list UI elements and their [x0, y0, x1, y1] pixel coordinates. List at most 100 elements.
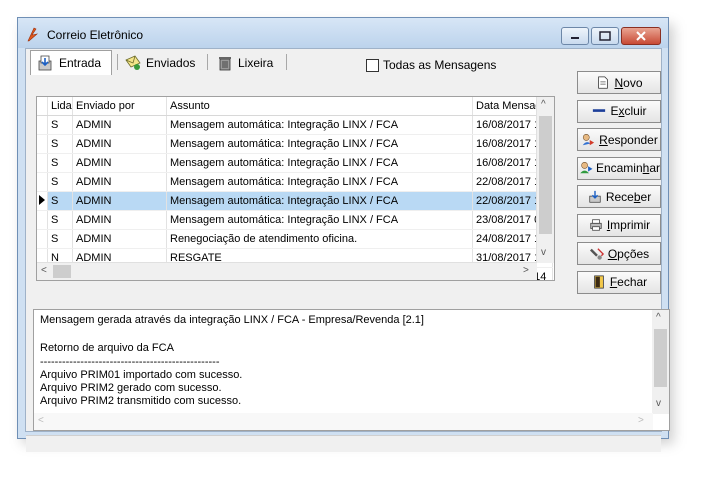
- message-table: Lida Enviado por Assunto Data Mensager S…: [37, 97, 553, 280]
- tab-enviados-label: Enviados: [146, 56, 196, 70]
- row-indicator: [37, 134, 48, 154]
- encaminhar-label: Encaminhar: [595, 161, 660, 175]
- close-icon: [636, 31, 646, 41]
- cell-assunto: Mensagem automática: Integração LINX / F…: [166, 134, 473, 154]
- message-line: Retorno de arquivo da FCA: [40, 342, 174, 355]
- minimize-icon: [571, 37, 579, 39]
- client-area: Entrada Enviados Lixeira Todas as Mensag…: [25, 48, 670, 452]
- cell-enviado-por: ADMIN: [72, 115, 167, 135]
- message-body[interactable]: Mensagem gerada através da integração LI…: [33, 309, 670, 431]
- message-line: Mensagem gerada através da integração LI…: [40, 314, 424, 326]
- fechar-button[interactable]: Fechar: [577, 270, 661, 294]
- grid-hscroll-thumb[interactable]: [53, 265, 71, 278]
- imprimir-label: Imprimir: [606, 218, 651, 232]
- scroll-right-icon[interactable]: >: [523, 265, 529, 276]
- row-indicator: [37, 115, 48, 135]
- imprimir-button[interactable]: Imprimir: [577, 213, 661, 237]
- reply-icon: [582, 133, 595, 145]
- title-bar[interactable]: Correio Eletrônico: [18, 18, 668, 48]
- memo-horizontal-scrollbar[interactable]: < >: [34, 413, 653, 430]
- cell-enviado-por: ADMIN: [72, 191, 167, 211]
- printer-icon: [590, 219, 602, 231]
- novo-button[interactable]: Novo: [577, 71, 661, 94]
- status-bar: [26, 435, 661, 452]
- scroll-up-icon[interactable]: ^: [541, 99, 546, 110]
- message-line: Arquivo PRIM2 gerado com sucesso.: [40, 382, 222, 394]
- cell-enviado-por: ADMIN: [72, 172, 167, 192]
- trash-icon: [219, 57, 231, 71]
- close-button[interactable]: [621, 27, 661, 45]
- cell-lida: S: [47, 210, 73, 230]
- memo-vscroll-thumb[interactable]: [654, 329, 667, 387]
- scroll-down-icon[interactable]: v: [541, 247, 546, 258]
- cell-lida: S: [47, 153, 73, 173]
- table-row[interactable]: S ADMIN Mensagem automática: Integração LI…: [37, 115, 553, 135]
- cell-lida: S: [47, 191, 73, 211]
- excluir-button[interactable]: Excluir: [577, 99, 661, 123]
- grid-horizontal-scrollbar[interactable]: < >: [37, 262, 537, 280]
- checkbox-box[interactable]: [366, 58, 379, 72]
- memo-vertical-scrollbar[interactable]: ^ v: [652, 310, 669, 414]
- table-row[interactable]: S ADMIN Mensagem automática: Integração LI…: [37, 210, 553, 230]
- memo-scroll-down-icon[interactable]: v: [656, 398, 661, 409]
- cell-enviado-por: ADMIN: [72, 210, 167, 230]
- table-row[interactable]: S ADMIN Mensagem automática: Integração LI…: [37, 134, 553, 154]
- message-grid[interactable]: Lida Enviado por Assunto Data Mensager S…: [36, 96, 555, 281]
- cell-lida: S: [47, 115, 73, 135]
- tab-entrada-label: Entrada: [59, 56, 102, 70]
- sent-icon: [125, 55, 141, 70]
- opcoes-label: Opções: [607, 246, 650, 261]
- tab-entrada[interactable]: Entrada: [30, 50, 112, 75]
- cell-assunto: Mensagem automática: Integração LINX / F…: [166, 115, 473, 135]
- row-indicator: [37, 210, 48, 230]
- encaminhar-button[interactable]: Encaminhar: [577, 156, 661, 180]
- column-header-enviado-por[interactable]: Enviado por: [72, 97, 167, 116]
- cell-lida: S: [47, 229, 73, 249]
- message-line: ----------------------------------------…: [40, 355, 220, 368]
- mail-window: Correio Eletrônico Entrada Enviados Lixe…: [17, 17, 670, 452]
- delete-icon: [593, 109, 606, 112]
- receber-button[interactable]: Receber: [577, 185, 661, 208]
- cell-assunto: Mensagem automática: Integração LINX / F…: [166, 172, 473, 192]
- memo-scroll-left-icon[interactable]: <: [38, 415, 44, 426]
- memo-scroll-up-icon[interactable]: ^: [656, 312, 661, 323]
- receive-icon: [589, 190, 601, 203]
- responder-button[interactable]: Responder: [577, 128, 661, 151]
- inbox-icon: [38, 55, 52, 71]
- tab-lixeira-label: Lixeira: [238, 56, 274, 70]
- minimize-button[interactable]: [561, 27, 589, 45]
- cell-lida: S: [47, 172, 73, 192]
- cell-assunto: Mensagem automática: Integração LINX / F…: [166, 210, 473, 230]
- table-row[interactable]: S ADMIN Mensagem automática: Integração LI…: [37, 191, 553, 211]
- tab-lixeira[interactable]: Lixeira: [210, 52, 282, 74]
- cell-enviado-por: ADMIN: [72, 153, 167, 173]
- table-row[interactable]: S ADMIN Mensagem automática: Integração LI…: [37, 172, 553, 192]
- row-indicator: [37, 191, 48, 211]
- maximize-button[interactable]: [591, 27, 619, 45]
- cell-assunto: Mensagem automática: Integração LINX / F…: [166, 191, 473, 211]
- cell-enviado-por: ADMIN: [72, 229, 167, 249]
- opcoes-button[interactable]: Opções: [577, 242, 661, 265]
- grid-vertical-scrollbar[interactable]: ^ v: [536, 97, 554, 263]
- tab-enviados[interactable]: Enviados: [118, 52, 206, 74]
- novo-label: Novo: [614, 75, 643, 90]
- scroll-left-icon[interactable]: <: [41, 265, 47, 276]
- exit-door-icon: [594, 275, 604, 289]
- window-title: Correio Eletrônico: [47, 28, 144, 42]
- all-messages-checkbox[interactable]: Todas as Mensagens: [366, 58, 496, 72]
- maximize-icon: [599, 31, 611, 41]
- column-header-lida[interactable]: Lida: [47, 97, 73, 116]
- excluir-label: Excluir: [610, 104, 647, 118]
- forward-icon: [580, 162, 593, 174]
- table-row[interactable]: S ADMIN Renegociação de atendimento oficin…: [37, 229, 553, 249]
- table-row[interactable]: S ADMIN Mensagem automática: Integração LI…: [37, 153, 553, 173]
- row-indicator: [37, 153, 48, 173]
- receber-label: Receber: [605, 189, 652, 204]
- responder-label: Responder: [599, 132, 658, 147]
- message-line: Arquivo PRIM01 importado com sucesso.: [40, 368, 243, 381]
- memo-scroll-right-icon[interactable]: >: [638, 415, 644, 426]
- cell-assunto: Renegociação de atendimento oficina.: [166, 229, 473, 249]
- grid-vscroll-thumb[interactable]: [539, 116, 552, 234]
- column-header-assunto[interactable]: Assunto: [166, 97, 473, 116]
- row-indicator: [37, 229, 48, 249]
